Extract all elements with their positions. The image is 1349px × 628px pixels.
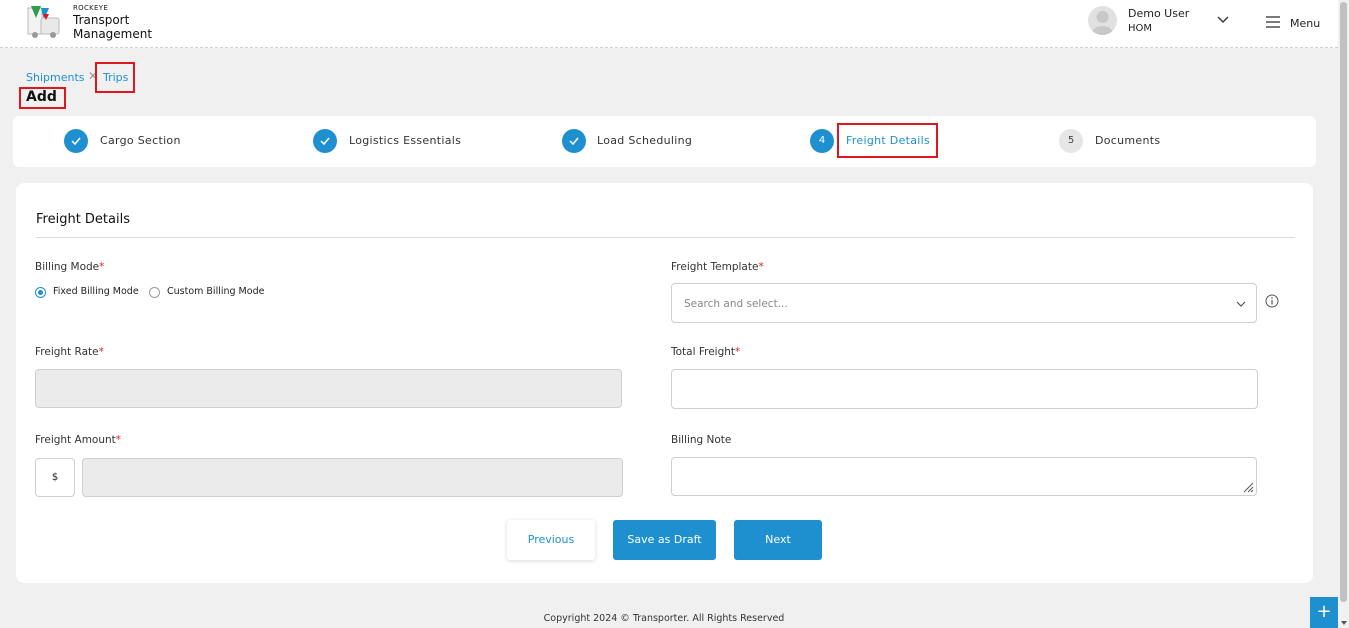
freight-template-select[interactable]: Search and select... [671, 283, 1257, 323]
step-4-number[interactable]: 4 [810, 129, 834, 153]
required-mark: * [99, 261, 105, 273]
highlight-box-title [19, 87, 66, 109]
user-silhouette-icon [1091, 11, 1114, 35]
freight-amount-input[interactable] [82, 458, 623, 497]
step-load-scheduling[interactable]: Load Scheduling [597, 134, 692, 147]
resize-handle-icon[interactable] [1242, 481, 1254, 493]
billing-mode-label-text: Billing Mode [35, 261, 100, 273]
required-mark: * [115, 434, 122, 446]
brand-name: Transport Management [73, 13, 152, 41]
step-logistics-essentials[interactable]: Logistics Essentials [349, 134, 461, 147]
section-divider [36, 237, 1295, 238]
required-mark: * [758, 261, 764, 273]
billing-note-textarea[interactable] [671, 457, 1257, 496]
total-freight-label: Total Freight* [671, 346, 740, 358]
fixed-billing-radio[interactable] [35, 287, 46, 298]
highlight-box-trips [95, 62, 135, 93]
footer-copyright: Copyright 2024 © Transporter. All Rights… [543, 613, 785, 624]
step-2-check-icon[interactable] [313, 129, 337, 153]
total-freight-input[interactable] [671, 369, 1258, 409]
currency-symbol: $ [35, 458, 75, 497]
step-cargo-section[interactable]: Cargo Section [100, 134, 181, 147]
freight-amount-label: Freight Amount* [35, 434, 121, 446]
fixed-billing-label[interactable]: Fixed Billing Mode [53, 286, 139, 297]
freight-template-placeholder: Search and select... [684, 298, 788, 310]
required-mark: * [735, 346, 741, 358]
avatar[interactable] [1088, 6, 1117, 35]
total-freight-label-text: Total Freight [671, 346, 736, 358]
step-documents[interactable]: Documents [1095, 134, 1160, 147]
step-3-check-icon[interactable] [562, 129, 586, 153]
custom-billing-radio[interactable] [149, 287, 160, 298]
scrollbar-thumb[interactable] [1340, 2, 1347, 602]
freight-amount-label-text: Freight Amount [35, 434, 116, 446]
chevron-down-icon[interactable] [1216, 15, 1230, 25]
user-org: HOM [1128, 23, 1153, 34]
freight-rate-input[interactable] [35, 369, 622, 408]
step-5-number[interactable]: 5 [1059, 129, 1083, 153]
brand-line2: Management [73, 27, 153, 41]
highlight-box-step [837, 123, 938, 158]
stepper: Cargo Section Logistics Essentials Load … [13, 116, 1316, 167]
info-icon[interactable] [1265, 294, 1279, 308]
scroll-down-arrow-icon[interactable] [1340, 619, 1348, 627]
brand-tagline: ROCKEYE [73, 4, 109, 12]
add-fab-button[interactable]: + [1310, 597, 1338, 628]
breadcrumb-shipments[interactable]: Shipments [26, 71, 85, 84]
step-1-check-icon[interactable] [64, 129, 88, 153]
brand-line1: Transport [73, 13, 130, 27]
freight-template-label: Freight Template* [671, 261, 764, 273]
truck-logo-icon [27, 6, 60, 38]
billing-mode-label: Billing Mode* [35, 261, 104, 273]
chevron-down-icon [1236, 301, 1246, 307]
billing-note-label: Billing Note [671, 434, 732, 446]
previous-button[interactable]: Previous [507, 520, 595, 560]
user-name: Demo User [1128, 7, 1190, 20]
save-as-draft-button[interactable]: Save as Draft [613, 520, 716, 560]
freight-rate-label-text: Freight Rate [35, 346, 99, 358]
freight-rate-label: Freight Rate* [35, 346, 104, 358]
hamburger-icon[interactable] [1266, 16, 1280, 28]
top-bar: ROCKEYE Transport Management Demo User H… [0, 0, 1338, 48]
required-mark: * [98, 346, 104, 358]
menu-button[interactable]: Menu [1290, 17, 1320, 30]
freight-template-label-text: Freight Template [671, 261, 759, 273]
custom-billing-label[interactable]: Custom Billing Mode [167, 286, 264, 297]
freight-details-card: Freight Details Billing Mode* Fixed Bill… [16, 183, 1313, 583]
section-title: Freight Details [36, 212, 130, 227]
next-button[interactable]: Next [734, 520, 822, 560]
